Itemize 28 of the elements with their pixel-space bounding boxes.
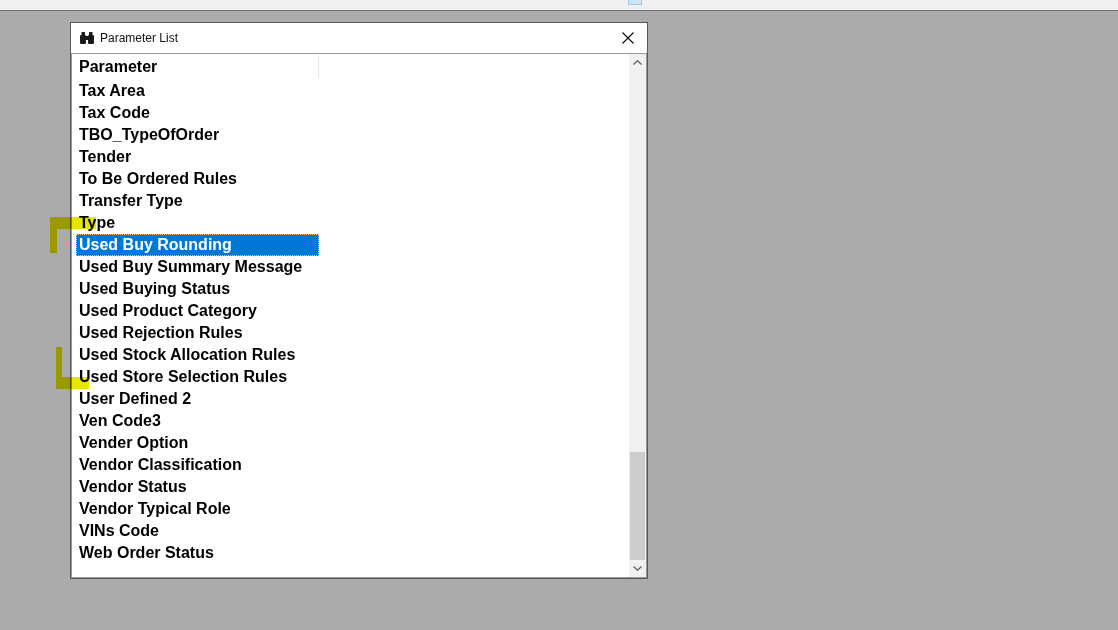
close-icon xyxy=(622,32,634,44)
list-item[interactable]: Tender xyxy=(76,146,319,168)
list-item[interactable]: Vendor Status xyxy=(76,476,319,498)
list-item[interactable]: TBO_TypeOfOrder xyxy=(76,124,319,146)
list-item[interactable]: Used Stock Allocation Rules xyxy=(76,344,319,366)
window-title: Parameter List xyxy=(100,31,179,45)
list-item[interactable]: Vendor Typical Role xyxy=(76,498,319,520)
list-item[interactable]: Tax Area xyxy=(76,80,319,102)
list-item[interactable]: Ven Code3 xyxy=(76,410,319,432)
list-item[interactable]: Tax Code xyxy=(76,102,319,124)
list-item[interactable]: Used Rejection Rules xyxy=(76,322,319,344)
list-item[interactable]: Used Buying Status xyxy=(76,278,319,300)
list-item[interactable]: Vender Option xyxy=(76,432,319,454)
list-item[interactable]: Transfer Type xyxy=(76,190,319,212)
list-item[interactable]: To Be Ordered Rules xyxy=(76,168,319,190)
list-item[interactable]: Vendor Classification xyxy=(76,454,319,476)
list-item[interactable]: User Defined 2 xyxy=(76,388,319,410)
column-header[interactable]: Parameter xyxy=(72,55,319,78)
square-icon xyxy=(628,0,642,5)
scrollbar[interactable] xyxy=(629,54,646,577)
binoculars-icon xyxy=(80,32,94,44)
list-item[interactable]: Used Buy Summary Message xyxy=(76,256,319,278)
list-item[interactable]: Used Store Selection Rules xyxy=(76,366,319,388)
list-item[interactable]: Web Order Status xyxy=(76,542,319,564)
list-item[interactable]: VINs Code xyxy=(76,520,319,542)
scrollbar-thumb[interactable] xyxy=(630,452,645,560)
list-item[interactable]: Used Product Category xyxy=(76,300,319,322)
list-item[interactable]: Used Buy Rounding xyxy=(76,234,319,256)
